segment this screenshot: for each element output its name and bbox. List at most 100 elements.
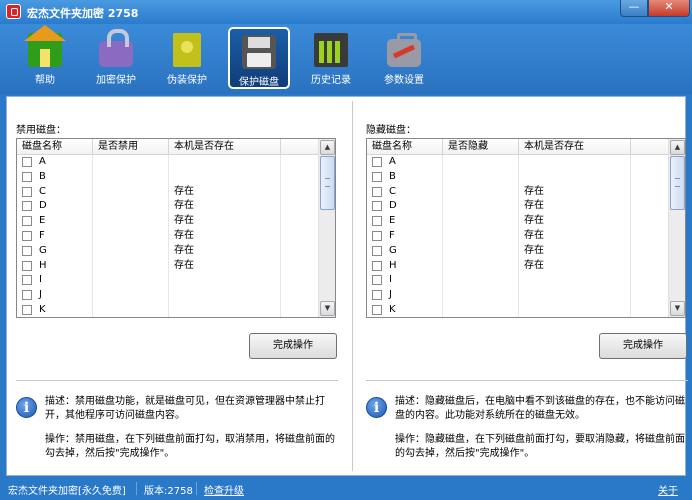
hide-checkbox[interactable]: [372, 201, 382, 212]
scroll-down-arrow-icon[interactable]: ▼: [670, 301, 685, 316]
table-row[interactable]: I: [367, 273, 669, 289]
disable-checkbox[interactable]: [22, 304, 32, 315]
check-update-link[interactable]: 检查升级: [204, 482, 244, 497]
scroll-down-arrow-icon[interactable]: ▼: [320, 301, 335, 316]
column-header-drive[interactable]: 磁盘名称: [367, 139, 443, 155]
exists-cell: 存在: [169, 243, 281, 259]
table-row[interactable]: A: [367, 155, 669, 170]
disabled-cell: [93, 258, 169, 274]
table-row[interactable]: J: [367, 288, 669, 303]
table-row[interactable]: G 存在: [17, 243, 319, 259]
exists-cell: [169, 155, 281, 170]
table-row[interactable]: H 存在: [17, 258, 319, 274]
table-row[interactable]: C 存在: [367, 184, 669, 200]
drive-letter: C: [39, 185, 46, 197]
toolbar-settings-button[interactable]: 参数设置: [373, 27, 435, 89]
table-row[interactable]: F 存在: [17, 228, 319, 244]
table-row[interactable]: B: [17, 169, 319, 185]
column-header-exists[interactable]: 本机是否存在: [519, 139, 631, 155]
table-row[interactable]: I: [17, 273, 319, 289]
scroll-up-arrow-icon[interactable]: ▲: [320, 140, 335, 155]
disabled-cell: [93, 214, 169, 229]
toolbar-history-button[interactable]: 历史记录: [300, 27, 362, 89]
about-link[interactable]: 关于: [658, 482, 678, 497]
toolbar-label: 历史记录: [311, 75, 351, 86]
disabled-cell: [93, 243, 169, 259]
table-row[interactable]: E 存在: [367, 214, 669, 229]
toolbar-label: 参数设置: [384, 75, 424, 86]
drive-letter: E: [39, 215, 46, 227]
column-header-exists[interactable]: 本机是否存在: [169, 139, 281, 155]
column-header-drive[interactable]: 磁盘名称: [17, 139, 93, 155]
close-button[interactable]: ✕: [648, 0, 690, 17]
section-divider: [366, 380, 688, 381]
disable-checkbox[interactable]: [22, 171, 32, 182]
hidden-cell: [443, 228, 519, 244]
hide-checkbox[interactable]: [372, 171, 382, 182]
history-chart-icon: [314, 33, 348, 67]
table-row[interactable]: B: [367, 169, 669, 185]
drive-letter: I: [39, 274, 42, 286]
table-row[interactable]: E 存在: [17, 214, 319, 229]
exists-cell: [169, 273, 281, 289]
exists-cell: 存在: [169, 258, 281, 274]
hide-checkbox[interactable]: [372, 290, 382, 301]
disable-checkbox[interactable]: [22, 216, 32, 227]
hidden-cell: [443, 169, 519, 185]
hide-checkbox[interactable]: [372, 230, 382, 241]
column-header-hidden[interactable]: 是否隐藏: [443, 139, 519, 155]
hide-checkbox[interactable]: [372, 304, 382, 315]
hide-checkbox[interactable]: [372, 186, 382, 197]
toolbar-help-button[interactable]: 帮助: [14, 25, 76, 89]
drive-letter: J: [389, 289, 392, 301]
vertical-scrollbar[interactable]: ▲ ▼: [668, 139, 685, 317]
vertical-scrollbar[interactable]: ▲ ▼: [318, 139, 335, 317]
toolbar-disguise-button[interactable]: 伪装保护: [156, 27, 218, 89]
disable-checkbox[interactable]: [22, 260, 32, 271]
table-row[interactable]: K: [367, 302, 669, 317]
complete-operation-button[interactable]: 完成操作: [249, 333, 337, 359]
disable-checkbox[interactable]: [22, 186, 32, 197]
complete-operation-button[interactable]: 完成操作: [599, 333, 687, 359]
exists-cell: 存在: [519, 199, 631, 215]
table-row[interactable]: D 存在: [17, 199, 319, 215]
toolbar-encrypt-button[interactable]: 加密保护: [85, 27, 147, 89]
scroll-thumb[interactable]: [670, 156, 685, 210]
disable-checkbox[interactable]: [22, 275, 32, 286]
disable-checkbox[interactable]: [22, 230, 32, 241]
table-row[interactable]: H 存在: [367, 258, 669, 274]
minimize-button[interactable]: —: [620, 0, 648, 17]
disable-checkbox[interactable]: [22, 157, 32, 167]
table-row[interactable]: F 存在: [367, 228, 669, 244]
hide-checkbox[interactable]: [372, 157, 382, 167]
table-row[interactable]: J: [17, 288, 319, 303]
disable-checkbox[interactable]: [22, 245, 32, 256]
scroll-thumb[interactable]: [320, 156, 335, 210]
column-header-disabled[interactable]: 是否禁用: [93, 139, 169, 155]
toolbar-label: 帮助: [35, 75, 55, 86]
hide-checkbox[interactable]: [372, 260, 382, 271]
drive-letter: D: [39, 200, 47, 212]
table-row[interactable]: G 存在: [367, 243, 669, 259]
disabled-cell: [93, 288, 169, 303]
hide-disk-panel: 隐藏磁盘： 磁盘名称 是否隐藏 本机是否存在 A B C 存在 D 存在 E 存在 F…: [357, 97, 692, 475]
status-version: 版本:2758: [144, 486, 193, 497]
exists-cell: [169, 169, 281, 185]
disable-checkbox[interactable]: [22, 201, 32, 212]
window-title: 宏杰文件夹加密 2758: [27, 7, 139, 20]
table-row[interactable]: C 存在: [17, 184, 319, 200]
toolbar-protect-disk-button[interactable]: 保护磁盘: [228, 27, 290, 89]
hide-checkbox[interactable]: [372, 275, 382, 286]
hide-checkbox[interactable]: [372, 216, 382, 227]
drive-letter: K: [389, 303, 396, 315]
table-row[interactable]: A: [17, 155, 319, 170]
scroll-up-arrow-icon[interactable]: ▲: [670, 140, 685, 155]
disable-checkbox[interactable]: [22, 290, 32, 301]
status-separator: [136, 482, 137, 495]
list-header: 磁盘名称 是否隐藏 本机是否存在: [367, 139, 669, 155]
lock-icon: [99, 29, 133, 67]
exists-cell: [519, 169, 631, 185]
table-row[interactable]: D 存在: [367, 199, 669, 215]
table-row[interactable]: K: [17, 302, 319, 317]
hide-checkbox[interactable]: [372, 245, 382, 256]
